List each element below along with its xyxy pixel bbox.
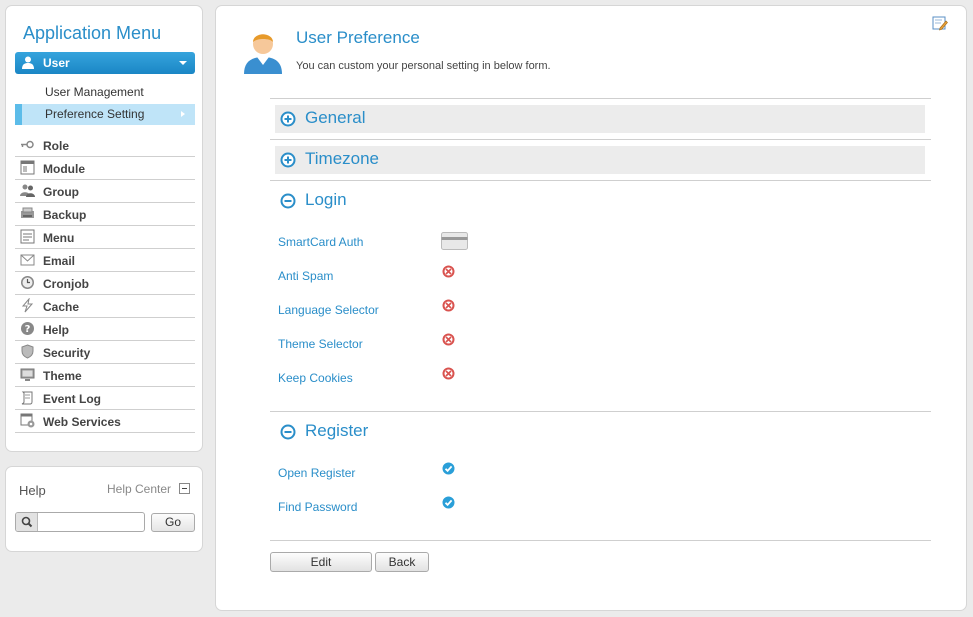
help-search-field [15,512,145,532]
window-icon [20,160,35,175]
collapse-minus-icon [280,424,296,440]
help-search-input[interactable] [40,514,140,530]
help-icon: ? [21,322,34,335]
help-title: Help [19,483,46,498]
user-menu-label: User [43,56,70,70]
section-register[interactable]: Register [275,418,925,446]
clock-icon [21,276,34,289]
sidebar-item-label: Cache [43,300,80,314]
collapse-toggle-icon[interactable] [179,483,190,494]
sidebar-item-label: Preference Setting [45,107,145,121]
email-icon [20,254,35,266]
expand-plus-icon [280,152,296,168]
web-services-icon [20,413,35,428]
enabled-check-icon [442,496,455,509]
sidebar-item-theme[interactable]: Theme [15,364,195,387]
section-general-label: General [305,108,366,127]
sidebar-item-security[interactable]: Security [15,341,195,364]
anti-spam-label: Anti Spam [278,269,334,283]
disabled-icon [442,299,455,312]
help-center-link[interactable]: Help Center [107,482,171,496]
search-icon [16,513,38,531]
section-login[interactable]: Login [275,187,925,215]
theme-selector-label: Theme Selector [278,337,363,351]
sidebar-menu-list: Role Module Group Backup Menu Email Cron… [15,134,195,433]
backup-icon [21,207,34,218]
page-subtitle: You can custom your personal setting in … [296,60,551,72]
shield-icon [21,344,34,359]
keep-cookies-label: Keep Cookies [278,371,353,385]
sidebar-item-label: Web Services [43,415,121,429]
disabled-icon [442,265,455,278]
sidebar-item-event-log[interactable]: Event Log [15,387,195,410]
smartcard-auth-label: SmartCard Auth [278,235,364,249]
sidebar-item-label: Security [43,346,91,360]
chevron-down-icon [179,61,187,65]
sidebar-item-user-management[interactable]: User Management [15,82,195,103]
sidebar-item-web-services[interactable]: Web Services [15,410,195,433]
sidebar-item-label: Theme [43,369,82,383]
group-icon [20,184,35,197]
user-preference-panel: User Preference You can custom your pers… [215,5,967,611]
go-button[interactable]: Go [151,513,195,532]
sidebar-item-menu[interactable]: Menu [15,226,195,249]
section-timezone-label: Timezone [305,149,380,168]
menu-icon [20,229,35,244]
application-menu-panel: Application Menu User User Management Pr… [5,5,203,452]
sidebar-item-cache[interactable]: Cache [15,295,195,318]
sidebar-item-label: Role [43,139,70,153]
application-menu-title: Application Menu [23,23,162,43]
find-password-label: Find Password [278,500,358,514]
divider [270,98,931,99]
help-panel: Help Help Center Go [5,466,203,552]
divider [270,180,931,181]
sidebar-item-label: Help [43,323,70,337]
section-timezone[interactable]: Timezone [275,146,925,174]
divider [270,411,931,412]
user-avatar [244,34,282,74]
divider [270,540,931,541]
monitor-icon [20,368,35,381]
sidebar-item-label: Event Log [43,392,102,406]
disabled-icon [442,333,455,346]
sidebar-item-preference-setting[interactable]: Preference Setting [15,104,195,125]
section-login-label: Login [305,190,347,209]
section-general[interactable]: General [275,105,925,133]
open-register-label: Open Register [278,466,356,480]
chevron-right-icon [181,111,185,117]
divider [270,139,931,140]
sidebar-item-email[interactable]: Email [15,249,195,272]
sidebar-item-label: Cronjob [43,277,89,291]
sidebar-item-help[interactable]: ? Help [15,318,195,341]
disabled-icon [442,367,455,380]
page-title: User Preference [296,28,420,47]
expand-plus-icon [280,111,296,127]
language-selector-label: Language Selector [278,303,379,317]
sidebar-item-role[interactable]: Role [15,134,195,157]
lightning-icon [21,298,34,313]
sidebar-item-module[interactable]: Module [15,157,195,180]
svg-text:?: ? [25,324,31,335]
sidebar-item-label: Email [43,254,76,268]
sidebar-item-label: Backup [43,208,87,222]
key-icon [21,140,34,149]
user-menu-header[interactable]: User [15,52,195,74]
sidebar-item-label: Module [43,162,85,176]
section-register-label: Register [305,421,369,440]
sidebar-item-cronjob[interactable]: Cronjob [15,272,195,295]
scroll-icon [21,391,33,405]
sidebar-item-label: Group [43,185,79,199]
sidebar-item-group[interactable]: Group [15,180,195,203]
edit-button[interactable]: Edit [270,552,372,572]
smartcard-icon [441,232,468,250]
sidebar-item-backup[interactable]: Backup [15,203,195,226]
sidebar-item-label: User Management [45,85,144,99]
enabled-check-icon [442,462,455,475]
collapse-minus-icon [280,193,296,209]
back-button[interactable]: Back [375,552,429,572]
user-icon [22,56,34,69]
edit-note-icon[interactable] [932,15,948,31]
sidebar-item-label: Menu [43,231,75,245]
